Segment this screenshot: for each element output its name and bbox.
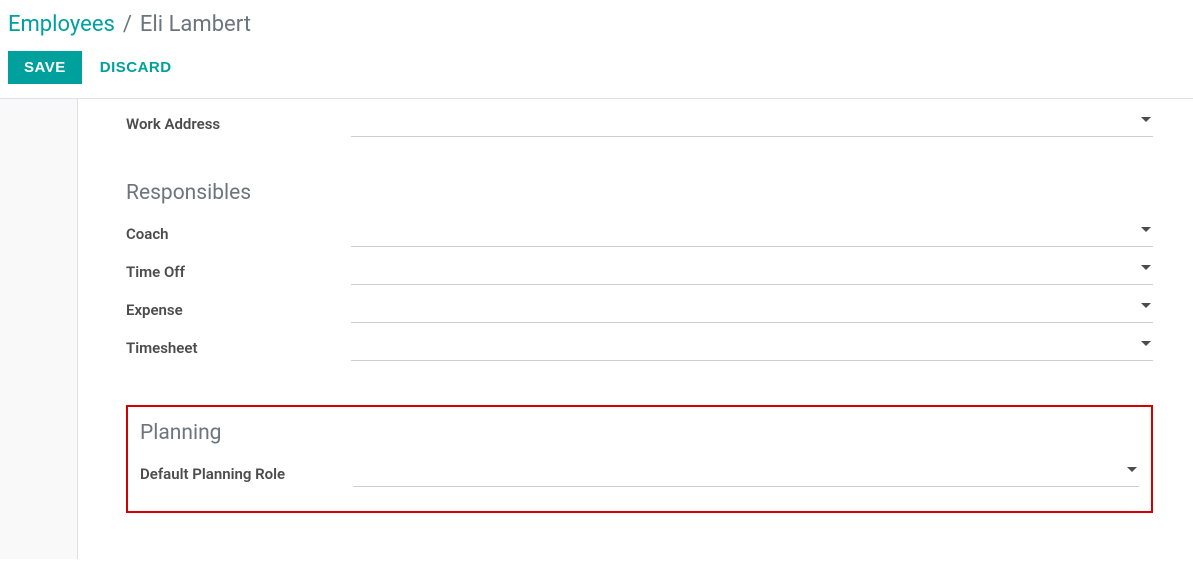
coach-row: Coach (126, 215, 1153, 253)
breadcrumb-current: Eli Lambert (140, 12, 251, 37)
chevron-down-icon (1141, 227, 1151, 232)
coach-input[interactable] (351, 221, 1153, 247)
expense-input[interactable] (351, 297, 1153, 323)
time-off-label: Time Off (126, 263, 351, 285)
chevron-down-icon (1141, 265, 1151, 270)
form-sheet: Work Address Responsibles Coach Time Off… (78, 99, 1193, 559)
timesheet-row: Timesheet (126, 329, 1153, 367)
chevron-down-icon (1141, 341, 1151, 346)
work-address-input[interactable] (351, 111, 1153, 137)
expense-label: Expense (126, 301, 351, 323)
breadcrumb-separator: / (123, 12, 132, 37)
save-button[interactable]: SAVE (8, 51, 82, 84)
coach-label: Coach (126, 225, 351, 247)
discard-button[interactable]: DISCARD (100, 51, 172, 84)
chevron-down-icon (1127, 467, 1137, 472)
header-bar: Employees / Eli Lambert SAVE DISCARD (0, 0, 1193, 99)
expense-row: Expense (126, 291, 1153, 329)
timesheet-label: Timesheet (126, 339, 351, 361)
time-off-input[interactable] (351, 259, 1153, 285)
main-content: Work Address Responsibles Coach Time Off… (0, 99, 1193, 559)
work-address-row: Work Address (126, 99, 1153, 143)
chevron-down-icon (1141, 303, 1151, 308)
default-planning-role-label: Default Planning Role (140, 465, 353, 487)
left-gutter (0, 99, 78, 559)
planning-highlight-box: Planning Default Planning Role (126, 405, 1153, 513)
default-planning-role-row: Default Planning Role (140, 455, 1139, 493)
default-planning-role-input[interactable] (353, 461, 1139, 487)
work-address-label: Work Address (126, 115, 351, 137)
planning-heading: Planning (140, 421, 1139, 445)
time-off-row: Time Off (126, 253, 1153, 291)
action-buttons: SAVE DISCARD (8, 51, 1185, 84)
breadcrumb-root[interactable]: Employees (8, 12, 115, 37)
responsibles-heading: Responsibles (126, 181, 1153, 205)
chevron-down-icon (1141, 117, 1151, 122)
timesheet-input[interactable] (351, 335, 1153, 361)
breadcrumb: Employees / Eli Lambert (8, 12, 1185, 37)
